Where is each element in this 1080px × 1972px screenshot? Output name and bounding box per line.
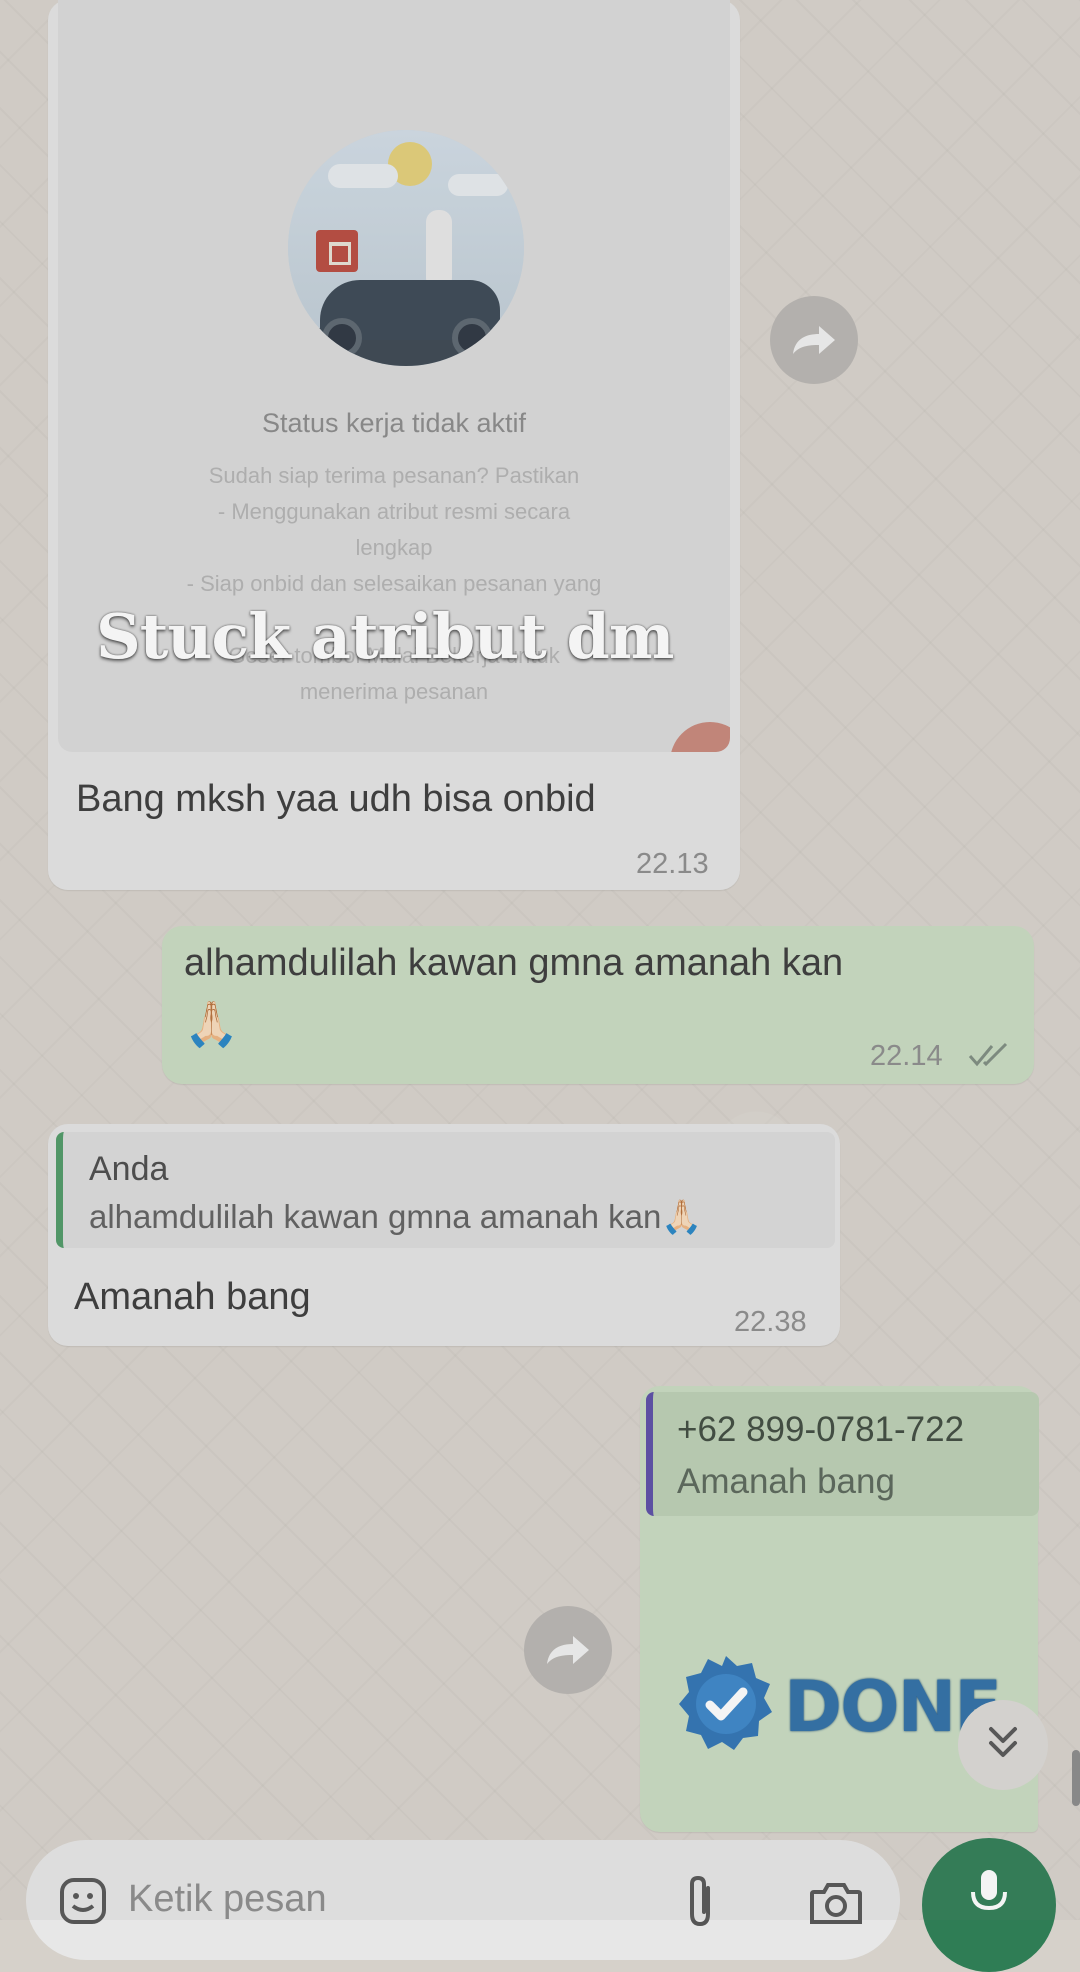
outgoing-message-bubble[interactable]: alhamdulilah kawan gmna amanah kan 🙏🏻 22… (162, 926, 1034, 1084)
sticker-icon[interactable] (58, 1876, 108, 1931)
quote-author: Anda (89, 1150, 169, 1188)
message-time: 22.38 (734, 1306, 807, 1338)
message-text: Bang mksh yaa udh bisa onbid (76, 778, 596, 820)
message-text: Amanah bang (74, 1276, 311, 1318)
message-time: 22.13 (636, 848, 709, 880)
mic-icon (969, 1868, 1009, 1923)
incoming-reply-bubble[interactable]: Anda alhamdulilah kawan gmna amanah kan🙏… (48, 1124, 840, 1346)
quote-text: alhamdulilah kawan gmna amanah kan🙏🏻 (89, 1198, 703, 1235)
message-text: alhamdulilah kawan gmna amanah kan (184, 942, 844, 984)
action-button-corner (670, 722, 730, 752)
video-caption: Stuck atribut dm (96, 600, 674, 673)
forward-icon[interactable] (770, 296, 858, 384)
message-input[interactable]: Ketik pesan (128, 1878, 327, 1921)
forward-icon[interactable] (524, 1606, 612, 1694)
double-check-icon (968, 1042, 1012, 1073)
camera-icon[interactable] (808, 1880, 864, 1931)
quoted-message[interactable]: +62 899-0781-722 Amanah bang (646, 1392, 1039, 1516)
message-time: 22.14 (870, 1040, 943, 1072)
scroll-down-icon (985, 1723, 1021, 1768)
quote-text: Amanah bang (677, 1462, 895, 1501)
praying-hands-emoji: 🙏🏻 (184, 1000, 239, 1049)
quote-author: +62 899-0781-722 (677, 1410, 965, 1449)
check-badge-icon (676, 1654, 776, 1759)
scroll-down-button[interactable] (958, 1700, 1048, 1790)
attach-icon[interactable] (680, 1874, 720, 1935)
image-message-bubble[interactable]: Status kerja tidak aktif Sudah siap teri… (48, 0, 740, 890)
quoted-message[interactable]: Anda alhamdulilah kawan gmna amanah kan🙏… (56, 1132, 835, 1248)
mic-button[interactable] (922, 1838, 1056, 1972)
scrollbar[interactable] (1072, 1750, 1080, 1806)
done-sticker[interactable]: DONE (676, 1654, 1002, 1759)
delivery-scooter-illustration (288, 130, 524, 366)
status-title: Status kerja tidak aktif (261, 408, 527, 438)
